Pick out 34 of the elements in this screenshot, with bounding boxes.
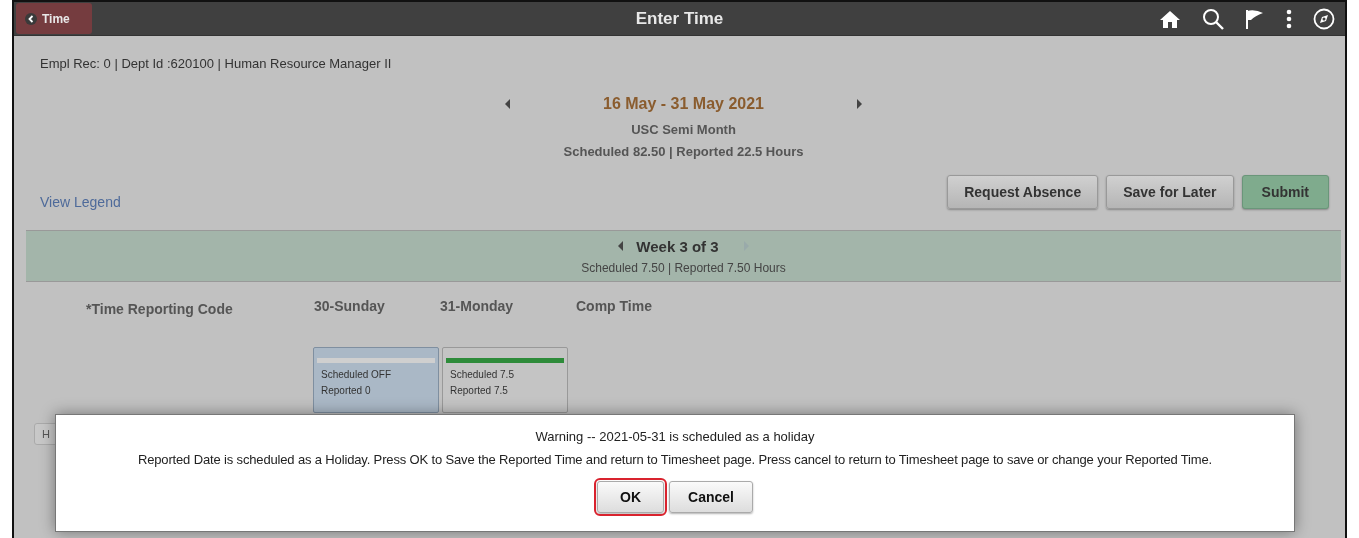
- more-options-icon[interactable]: [1286, 8, 1292, 29]
- period-range: 16 May - 31 May 2021: [603, 95, 764, 113]
- submit-button[interactable]: Submit: [1241, 175, 1329, 209]
- next-arrow-icon[interactable]: [856, 98, 863, 110]
- action-button[interactable]: Save for Later: [1106, 175, 1234, 209]
- cancel-button[interactable]: Cancel: [669, 481, 753, 513]
- dialog-title: Warning -- 2021-05-31 is scheduled as a holiday: [535, 429, 815, 444]
- schedule-name: USC Semi Month: [631, 122, 736, 137]
- previous-week-arrow-icon[interactable]: [617, 240, 625, 252]
- scheduled-hours: Scheduled 7.5: [450, 368, 515, 382]
- period-summary: Scheduled 82.50 | Reported 22.5 Hours: [563, 144, 804, 159]
- week-summary: Scheduled 7.50 | Reported 7.50 Hours: [581, 260, 786, 275]
- page-title: Enter Time: [635, 8, 724, 29]
- scheduled-hours: Scheduled OFF: [321, 368, 393, 382]
- ok-button[interactable]: OK: [597, 481, 665, 513]
- column-header: 30-Sunday: [314, 298, 386, 316]
- search-icon[interactable]: [1202, 7, 1224, 30]
- back-button[interactable]: Time: [16, 3, 92, 34]
- action-button[interactable]: Request Absence: [947, 175, 1099, 209]
- column-header: Comp Time: [576, 298, 652, 316]
- day-card[interactable]: Scheduled OFF Reported 0: [313, 347, 439, 413]
- flag-icon[interactable]: [1245, 7, 1265, 30]
- day-card[interactable]: Scheduled 7.5 Reported 7.5: [442, 347, 568, 413]
- column-header: *Time Reporting Code: [86, 301, 234, 317]
- week-label: Week 3 of 3: [636, 237, 719, 255]
- reported-hours: Reported 7.5: [450, 384, 509, 398]
- reported-hours: Reported 0: [321, 384, 372, 398]
- previous-arrow-icon[interactable]: [504, 98, 511, 110]
- employee-info: Empl Rec: 0 | Dept Id :620100 | Human Resource Manager II: [40, 56, 393, 71]
- dialog-message: Reported Date is scheduled as a Holiday. Press OK to Save the Reported Time and return to Timesheet page. Press cancel to return to Timesheet page to save or change your Reported Time.: [137, 452, 1213, 467]
- column-header: 31-Monday: [440, 298, 515, 316]
- home-icon[interactable]: [1159, 8, 1181, 29]
- compass-icon[interactable]: [1313, 7, 1335, 30]
- back-chevron-icon[interactable]: [25, 12, 37, 25]
